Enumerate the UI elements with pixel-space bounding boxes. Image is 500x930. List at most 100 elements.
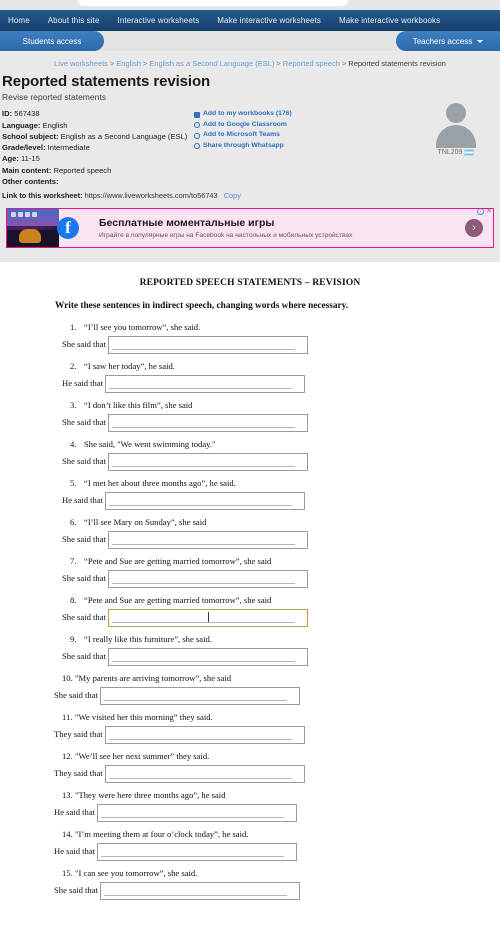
question-text: "We visited her this morning” they said. bbox=[75, 712, 213, 723]
answer-lead-in: She said that bbox=[62, 573, 106, 584]
breadcrumb-item-esl[interactable]: English as a Second Language (ESL) bbox=[149, 59, 274, 68]
adchoices-icon[interactable]: i bbox=[477, 209, 485, 216]
meta-grade-level-value: Intermediate bbox=[47, 143, 90, 153]
question-item: 15. "I can see you tomorrow”, she said. Sh… bbox=[0, 868, 500, 901]
worksheet-link-row: Link to this worksheet: https://www.live… bbox=[0, 187, 500, 205]
answer-input[interactable] bbox=[97, 843, 298, 862]
answer-input[interactable] bbox=[99, 882, 300, 901]
question-prompt: 11. "We visited her this morning” they sa… bbox=[62, 712, 480, 723]
question-prompt: 3. “I don’t like this film”, she said bbox=[70, 400, 480, 411]
worksheet-link-url[interactable]: https://www.liveworksheets.com/to56743 bbox=[85, 191, 218, 200]
question-number: 8. bbox=[70, 595, 77, 606]
top-strip-tab bbox=[78, 0, 348, 6]
workbook-icon bbox=[194, 111, 200, 118]
main-navigation: Home About this site Interactive workshe… bbox=[0, 10, 500, 31]
page-title: Reported statements revision bbox=[2, 73, 211, 90]
ad-banner[interactable]: i ✕ f Бесплатные моментальные игры Играй… bbox=[6, 208, 494, 249]
answer-input[interactable] bbox=[99, 687, 300, 706]
answer-input[interactable] bbox=[107, 609, 308, 628]
add-to-my-workbooks-link[interactable]: Add to my workbooks (176) bbox=[194, 109, 292, 120]
question-number: 2. bbox=[70, 361, 77, 372]
answer-input[interactable] bbox=[107, 570, 308, 589]
add-to-microsoft-teams-link[interactable]: Add to Microsoft Teams bbox=[194, 130, 292, 141]
question-text: "I’m meeting them at four o’clock today”… bbox=[75, 829, 249, 840]
answer-input[interactable] bbox=[107, 648, 308, 667]
question-item: 7. “Pete and Sue are getting married tomo… bbox=[0, 556, 500, 589]
whatsapp-icon bbox=[194, 143, 200, 149]
question-text: "I can see you tomorrow”, she said. bbox=[75, 868, 198, 879]
question-number: 6. bbox=[70, 517, 77, 528]
teachers-access-button[interactable]: Teachers access bbox=[396, 31, 500, 51]
question-item: 3. “I don’t like this film”, she said She … bbox=[0, 400, 500, 433]
question-text: “I don’t like this film”, she said bbox=[84, 400, 193, 411]
ad-thumbnail bbox=[7, 209, 59, 248]
answer-input[interactable] bbox=[105, 375, 306, 394]
worksheet-exercise-title: REPORTED SPEECH STATEMENTS – REVISION bbox=[139, 278, 361, 289]
question-text: “I saw her today”, he said. bbox=[84, 361, 175, 372]
meta-school-subject: School subject: English as a Second Lang… bbox=[2, 131, 190, 142]
question-item: 12. "We’ll see her next summer” they said… bbox=[0, 751, 500, 784]
question-item: 4. She said, "We went swimming today." She… bbox=[0, 439, 500, 472]
avatar bbox=[433, 102, 479, 149]
question-prompt: 7. “Pete and Sue are getting married tomo… bbox=[70, 556, 480, 567]
answer-input[interactable] bbox=[107, 453, 308, 472]
meta-school-subject-label: School subject: bbox=[2, 131, 59, 141]
nav-item-interactive-worksheets[interactable]: Interactive worksheets bbox=[109, 10, 209, 31]
answer-row: She said that bbox=[54, 882, 480, 901]
question-number: 14. bbox=[62, 829, 73, 840]
answer-input[interactable] bbox=[105, 492, 306, 511]
copy-link-button[interactable]: Copy bbox=[224, 191, 241, 200]
question-prompt: 15. "I can see you tomorrow”, she said. bbox=[62, 868, 480, 879]
nav-item-make-interactive-workbooks[interactable]: Make interactive workbooks bbox=[330, 10, 449, 31]
ad-next-arrow-icon[interactable]: › bbox=[465, 219, 483, 238]
question-item: 13. "They were here three months ago”, he… bbox=[0, 790, 500, 823]
answer-row: They said that bbox=[54, 726, 480, 745]
question-prompt: 12. "We’ll see her next summer” they said… bbox=[62, 751, 480, 762]
breadcrumb-item-current: Reported statements revision bbox=[348, 59, 446, 68]
answer-input[interactable] bbox=[107, 531, 308, 550]
answer-row: He said that bbox=[54, 804, 480, 823]
answer-input[interactable] bbox=[104, 765, 305, 784]
question-text: She said, "We went swimming today." bbox=[84, 439, 216, 450]
add-to-google-classroom-link[interactable]: Add to Google Classroom bbox=[194, 120, 292, 131]
avatar-body bbox=[436, 125, 476, 149]
question-number: 5. bbox=[70, 478, 77, 489]
answer-lead-in: She said that bbox=[62, 339, 106, 350]
question-text: "They were here three months ago”, he sa… bbox=[75, 790, 226, 801]
question-item: 1. “I’ll see you tomorrow”, she said. She … bbox=[0, 322, 500, 355]
author-block[interactable]: TNL209 bbox=[426, 102, 486, 157]
close-icon[interactable]: ✕ bbox=[486, 209, 492, 215]
answer-row: She said that bbox=[62, 531, 480, 550]
share-through-whatsapp-link[interactable]: Share through Whatsapp bbox=[194, 141, 292, 152]
question-prompt: 13. "They were here three months ago”, he… bbox=[62, 790, 480, 801]
answer-input[interactable] bbox=[107, 336, 308, 355]
nav-item-about-this-site[interactable]: About this site bbox=[39, 10, 109, 31]
breadcrumb-item-english[interactable]: English bbox=[116, 59, 141, 68]
ad-title: Бесплатные моментальные игры bbox=[99, 217, 275, 230]
share-through-whatsapp-label: Share through Whatsapp bbox=[203, 141, 284, 149]
question-item: 2. “I saw her today”, he said. He said tha… bbox=[0, 361, 500, 394]
meta-grade-level: Grade/level: Intermediate bbox=[2, 142, 190, 153]
meta-id-value: 567438 bbox=[14, 109, 40, 119]
answer-input[interactable] bbox=[104, 726, 305, 745]
add-to-google-classroom-label: Add to Google Classroom bbox=[203, 120, 287, 128]
question-text: "We’ll see her next summer” they said. bbox=[75, 751, 210, 762]
students-access-button[interactable]: Students access bbox=[0, 31, 104, 51]
answer-input[interactable] bbox=[107, 414, 308, 433]
breadcrumb-item-live-worksheets[interactable]: Live worksheets bbox=[54, 59, 108, 68]
question-prompt: 5. “I met her about three months ago”, he… bbox=[70, 478, 480, 489]
nav-item-make-interactive-worksheets[interactable]: Make interactive worksheets bbox=[208, 10, 330, 31]
question-number: 9. bbox=[70, 634, 77, 645]
answer-lead-in: She said that bbox=[54, 885, 98, 896]
meta-main-content-value: Reported speech bbox=[53, 165, 112, 175]
add-to-my-workbooks-label: Add to my workbooks (176) bbox=[203, 110, 292, 118]
nav-item-home[interactable]: Home bbox=[0, 10, 39, 31]
question-number: 1. bbox=[70, 322, 77, 333]
question-text: “Pete and Sue are getting married tomorr… bbox=[84, 556, 272, 567]
answer-input[interactable] bbox=[97, 804, 298, 823]
question-number: 10. bbox=[62, 673, 73, 684]
worksheet-header: Live worksheets > English > English as a Sec… bbox=[0, 51, 500, 263]
google-classroom-icon bbox=[194, 122, 200, 128]
breadcrumb-item-reported-speech[interactable]: Reported speech bbox=[283, 59, 340, 68]
question-text: “Pete and Sue are getting married tomorr… bbox=[84, 595, 272, 606]
